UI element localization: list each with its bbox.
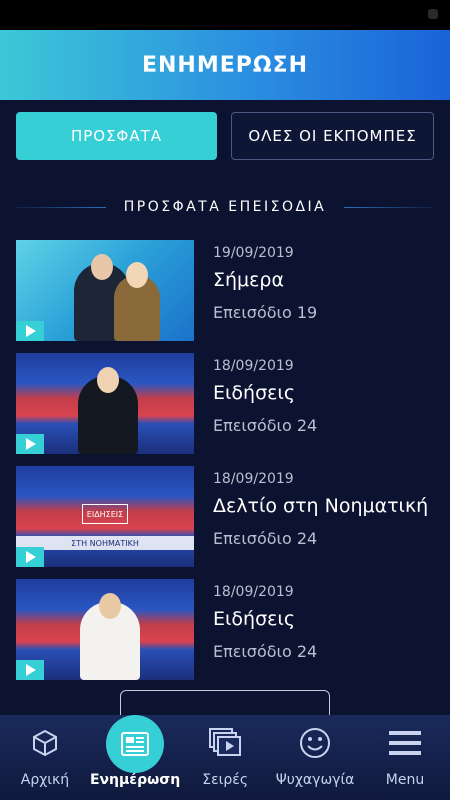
newspaper-icon [106, 715, 165, 773]
section-header: ΠΡΟΣΦΑΤΑ ΕΠΕΙΣΟΔΙΑ [16, 196, 435, 218]
nav-label: Ενημέρωση [89, 772, 181, 788]
play-icon[interactable] [16, 660, 44, 680]
nav-menu[interactable]: Menu [360, 715, 450, 800]
section-divider-left [16, 206, 106, 208]
tab-bar: ΠΡΟΣΦΑΤΑ ΟΛΕΣ ΟΙ ΕΚΠΟΜΠΕΣ [16, 112, 434, 160]
episode-list: 19/09/2019 Σήμερα Επεισόδιο 19 18/09/201… [16, 240, 436, 692]
nav-news[interactable]: Ενημέρωση [90, 715, 180, 800]
episode-item[interactable]: 19/09/2019 Σήμερα Επεισόδιο 19 [16, 240, 436, 341]
nav-label: Menu [385, 772, 425, 788]
nav-entertainment[interactable]: Ψυχαγωγία [270, 715, 360, 800]
episode-date: 18/09/2019 [213, 584, 294, 600]
episode-number: Επεισόδιο 24 [213, 416, 318, 435]
episode-item[interactable]: 18/09/2019 Ειδήσεις Επεισόδιο 24 [16, 579, 436, 680]
episode-thumbnail[interactable] [16, 579, 194, 680]
status-bar [0, 0, 450, 30]
play-icon[interactable] [16, 321, 44, 341]
episode-thumbnail[interactable] [16, 353, 194, 454]
episode-number: Επεισόδιο 24 [213, 642, 318, 661]
tab-recent[interactable]: ΠΡΟΣΦΑΤΑ [16, 112, 217, 160]
episode-thumbnail[interactable] [16, 240, 194, 341]
page-title: ΕΝΗΜΕΡΩΣΗ [141, 52, 309, 78]
nav-series[interactable]: Σειρές [180, 715, 270, 800]
episode-date: 18/09/2019 [213, 471, 294, 487]
section-title: ΠΡΟΣΦΑΤΑ ΕΠΕΙΣΟΔΙΑ [123, 199, 327, 215]
episode-item[interactable]: 18/09/2019 Ειδήσεις Επεισόδιο 24 [16, 353, 436, 454]
nav-label: Σειρές [202, 772, 249, 788]
nav-label: Αρχική [20, 772, 70, 788]
app-header: ΕΝΗΜΕΡΩΣΗ [0, 30, 450, 100]
section-divider-right [344, 206, 435, 208]
episode-date: 19/09/2019 [213, 245, 294, 261]
episode-title: Ειδήσεις [213, 382, 295, 404]
episode-number: Επεισόδιο 19 [213, 303, 318, 322]
cube-icon [28, 726, 62, 760]
play-stack-icon [208, 726, 242, 760]
nav-home[interactable]: Αρχική [0, 715, 90, 800]
episode-title: Σήμερα [213, 269, 284, 291]
nav-label: Ψυχαγωγία [275, 772, 355, 788]
episode-title: Ειδήσεις [213, 608, 295, 630]
bottom-nav: Αρχική Ενημέρωση Σειρές Ψυχαγωγία Menu [0, 715, 450, 800]
episode-thumbnail[interactable]: ΕΙΔΗΣΕΙΣ ΣΤΗ ΝΟΗΜΑΤΙΚΗ [16, 466, 194, 567]
episode-item[interactable]: ΕΙΔΗΣΕΙΣ ΣΤΗ ΝΟΗΜΑΤΙΚΗ 18/09/2019 Δελτίο… [16, 466, 436, 567]
episode-date: 18/09/2019 [213, 358, 294, 374]
hamburger-icon [388, 726, 422, 760]
episode-number: Επεισόδιο 24 [213, 529, 318, 548]
status-indicator-icon [428, 9, 438, 19]
play-icon[interactable] [16, 434, 44, 454]
tab-all-shows[interactable]: ΟΛΕΣ ΟΙ ΕΚΠΟΜΠΕΣ [231, 112, 434, 160]
smiley-icon [298, 726, 332, 760]
episode-title: Δελτίο στη Νοηματική [213, 495, 429, 517]
thumbnail-caption-top: ΕΙΔΗΣΕΙΣ [82, 504, 128, 524]
play-icon[interactable] [16, 547, 44, 567]
